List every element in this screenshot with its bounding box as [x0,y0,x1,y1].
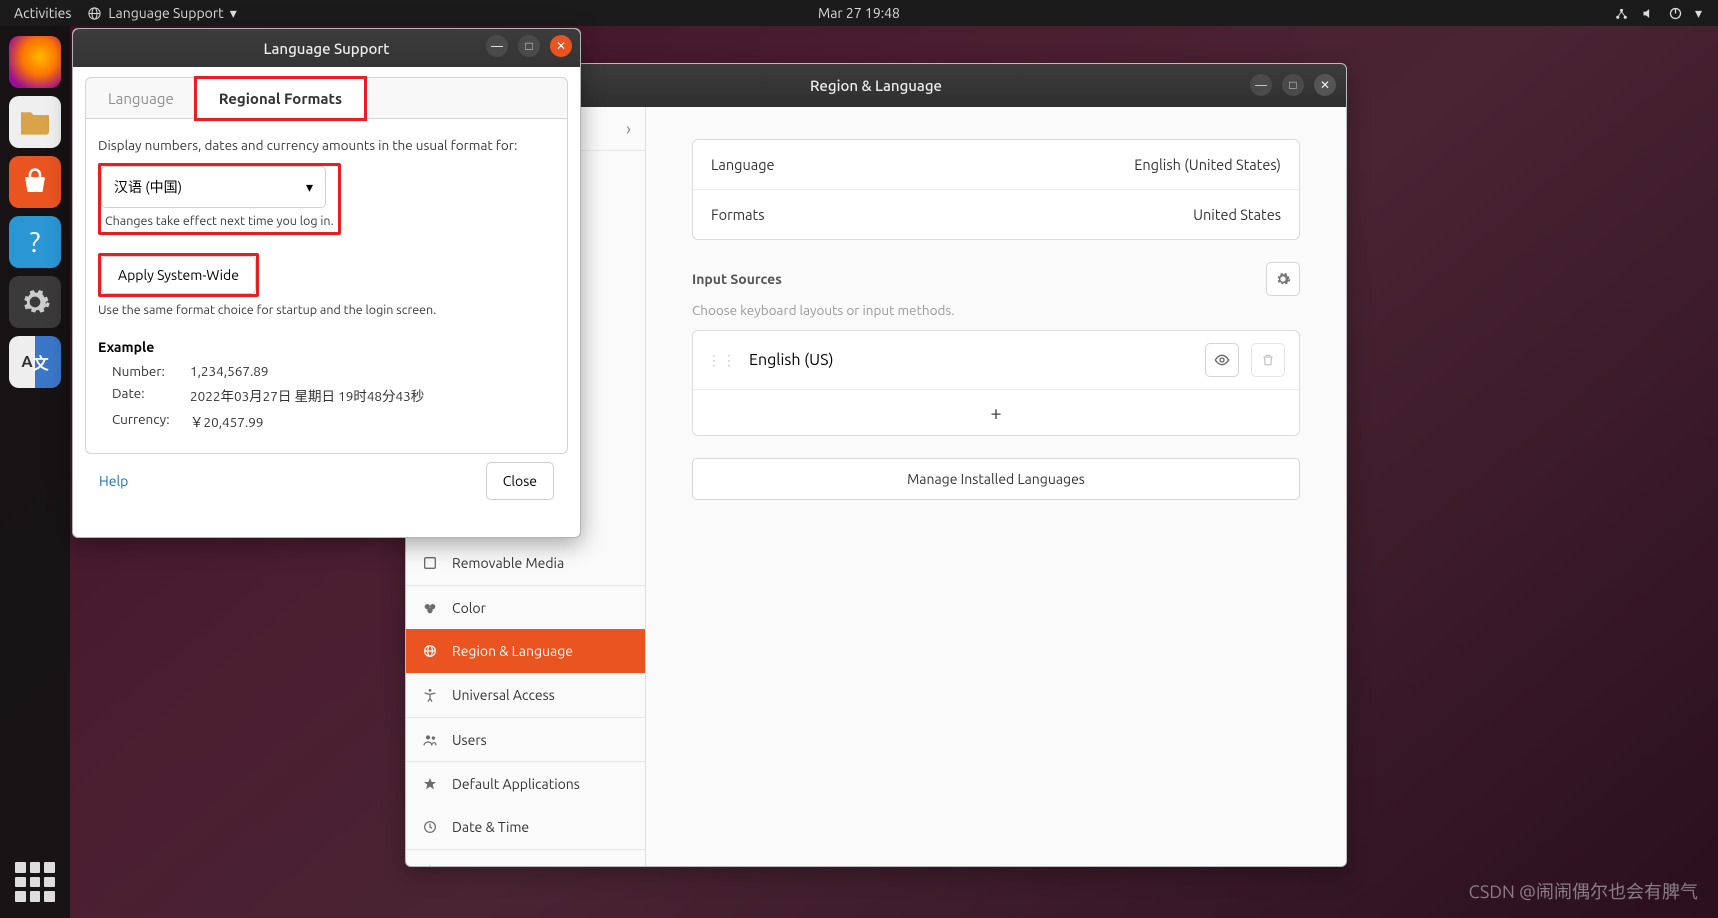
network-icon[interactable] [1614,6,1629,21]
dock-firefox[interactable] [9,36,61,88]
sidebar-label: Removable Media [452,555,564,571]
sidebar-item-default-apps[interactable]: Default Applications [406,761,645,805]
about-icon [422,864,438,867]
sidebar-label: About [452,864,491,867]
lang-titlebar[interactable]: Language Support — □ ✕ [73,29,580,67]
plus-icon: + [990,401,1001,424]
login-note: Changes take effect next time you log in… [101,214,338,232]
locale-dropdown[interactable]: 汉语 (中国) ▾ [101,166,326,208]
language-row[interactable]: Language English (United States) [693,140,1299,189]
clock-icon [422,819,438,835]
manage-installed-languages-button[interactable]: Manage Installed Languages [692,458,1300,500]
sidebar-item-date-time[interactable]: Date & Time [406,805,645,849]
example-currency-value: ￥20,457.99 [190,411,555,431]
chevron-down-icon[interactable]: ▾ [1695,5,1702,22]
dropdown-value: 汉语 (中国) [114,177,182,197]
sidebar-label: Date & Time [452,819,529,835]
dock-language-support[interactable]: A文 [9,336,61,388]
input-sources-card: ⋮⋮ English (US) + [692,330,1300,436]
sidebar-label: Default Applications [452,776,580,792]
dock-help[interactable]: ? [9,216,61,268]
activities-button[interactable]: Activities [14,5,71,21]
help-link[interactable]: Help [99,473,128,489]
gear-icon [1275,271,1291,287]
sidebar-label: Region & Language [452,643,573,659]
chevron-down-icon: ▾ [230,5,237,22]
maximize-button[interactable]: □ [1282,74,1304,96]
show-applications[interactable] [15,862,55,902]
input-sources-title: Input Sources [692,271,782,287]
example-grid: Number: 1,234,567.89 Date: 2022年03月27日 星… [98,363,555,431]
row-label: Language [711,156,775,173]
formats-row[interactable]: Formats United States [693,189,1299,239]
top-bar: Activities Language Support ▾ Mar 27 19:… [0,0,1718,26]
apply-system-wide-button[interactable]: Apply System-Wide [101,256,256,294]
dock: ? A文 [0,26,70,918]
dock-settings[interactable] [9,276,61,328]
startup-note: Use the same format choice for startup a… [98,303,555,317]
window-title: Language Support [264,40,390,57]
sidebar-label: Users [452,732,487,748]
input-settings-button[interactable] [1266,262,1300,296]
regional-formats-panel: Display numbers, dates and currency amou… [85,119,568,454]
app-menu-label: Language Support [108,5,223,21]
color-icon [422,600,438,616]
add-input-source-button[interactable]: + [693,389,1299,435]
users-icon [422,732,438,748]
close-button[interactable]: ✕ [550,35,572,57]
globe-icon [422,643,438,659]
minimize-button[interactable]: — [486,35,508,57]
panel-description: Display numbers, dates and currency amou… [98,137,555,153]
removable-media-icon [422,555,438,571]
star-icon [422,776,438,792]
drag-handle-icon[interactable]: ⋮⋮ [707,352,737,369]
power-icon[interactable] [1668,6,1683,21]
language-formats-card: Language English (United States) Formats… [692,139,1300,240]
trash-icon [1261,352,1275,368]
close-button[interactable]: ✕ [1314,74,1336,96]
watermark: CSDN @闹闹偶尔也会有脾气 [1469,878,1698,904]
preview-layout-button[interactable] [1205,343,1239,377]
volume-icon[interactable] [1641,6,1656,21]
globe-icon [87,6,102,21]
settings-title: Region & Language [810,77,942,94]
tab-language[interactable]: Language [86,78,196,118]
app-menu[interactable]: Language Support ▾ [87,5,236,22]
example-number-value: 1,234,567.89 [190,363,555,379]
example-date-label: Date: [112,385,190,405]
sidebar-item-removable-media[interactable]: Removable Media [406,541,645,585]
row-label: Formats [711,206,765,223]
close-dialog-button[interactable]: Close [486,462,554,500]
row-value: English (United States) [1134,156,1281,173]
remove-source-button[interactable] [1251,343,1285,377]
input-sources-sub: Choose keyboard layouts or input methods… [692,302,1300,318]
eye-icon [1214,352,1230,368]
example-number-label: Number: [112,363,190,379]
sidebar-item-about[interactable]: About [406,849,645,866]
minimize-button[interactable]: — [1250,74,1272,96]
sidebar-item-region-language[interactable]: Region & Language [406,629,645,673]
input-source-row: ⋮⋮ English (US) [693,331,1299,389]
sidebar-label: Color [452,600,486,616]
tab-regional-formats[interactable]: Regional Formats [196,78,365,119]
row-value: United States [1193,206,1281,223]
language-support-window: Language Support — □ ✕ Language Regional… [72,28,581,538]
dock-files[interactable] [9,96,61,148]
sidebar-item-color[interactable]: Color [406,585,645,629]
sidebar-item-universal-access[interactable]: Universal Access [406,673,645,717]
dock-software[interactable] [9,156,61,208]
accessibility-icon [422,687,438,703]
example-title: Example [98,339,555,355]
example-date-value: 2022年03月27日 星期日 19时48分43秒 [190,385,555,405]
sidebar-label: Universal Access [452,687,555,703]
tabs: Language Regional Formats [85,77,568,119]
clock[interactable]: Mar 27 19:48 [818,5,900,21]
chevron-right-icon[interactable]: › [626,119,631,139]
example-currency-label: Currency: [112,411,190,431]
sidebar-item-users[interactable]: Users [406,717,645,761]
input-source-name: English (US) [749,351,834,369]
chevron-down-icon: ▾ [306,179,313,196]
maximize-button[interactable]: □ [518,35,540,57]
settings-content: Language English (United States) Formats… [646,107,1346,866]
